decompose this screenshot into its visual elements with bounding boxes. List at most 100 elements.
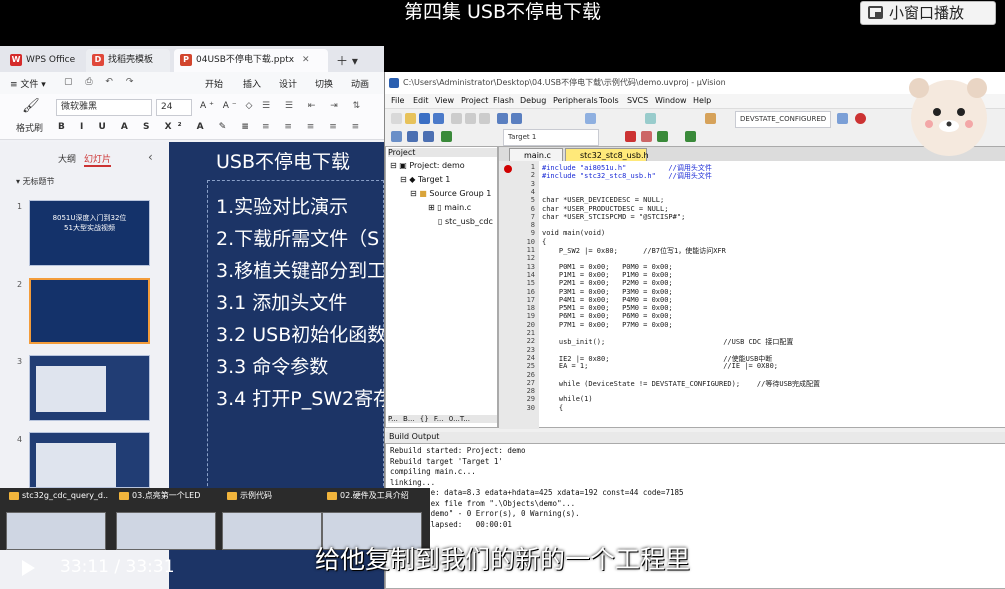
taskbar-item[interactable]: 03.点亮第一个LED: [114, 488, 218, 504]
close-tab-icon[interactable]: ✕: [302, 49, 310, 71]
code-line[interactable]: char *USER_PRODUCTDESC = NULL;: [542, 205, 668, 213]
code-line[interactable]: char *USER_DEVICEDESC = NULL;: [542, 196, 664, 204]
build-icon[interactable]: [407, 131, 418, 142]
slide-thumb-4[interactable]: [29, 432, 150, 488]
menu-project[interactable]: Project: [461, 96, 488, 105]
tree-target[interactable]: ⊟ ◆ Target 1: [400, 175, 450, 184]
find-icon[interactable]: [705, 113, 716, 124]
redo-icon[interactable]: [511, 113, 522, 124]
font-size-select[interactable]: 24: [156, 99, 192, 116]
code-editor[interactable]: main.c stc32_stc8_usb.h 1 2 3 4 5 6 7 8 9 10 11 12 1…: [498, 146, 1005, 429]
code-line[interactable]: P5M1 = 0x00; P5M0 = 0x00;: [542, 304, 673, 312]
menu-tools[interactable]: Tools: [599, 96, 619, 105]
download-icon[interactable]: [441, 131, 452, 142]
text-style-buttons[interactable]: B I U A S X² A ✎ ≡: [58, 122, 255, 132]
bookmark-icon[interactable]: [585, 113, 596, 124]
menu-window[interactable]: Window: [655, 96, 687, 105]
menu-file[interactable]: ≡ 文件 ▾: [10, 77, 46, 90]
code-line[interactable]: char *USER_STCISPCMD = "@STCISP#";: [542, 213, 685, 221]
slide-thumb-2[interactable]: [29, 278, 150, 344]
more-icon[interactable]: · · ·: [966, 555, 972, 582]
menu-help[interactable]: Help: [693, 96, 711, 105]
new-tab-icon[interactable]: ＋ ▾: [336, 52, 358, 69]
menu-transition[interactable]: 切换: [315, 77, 333, 90]
menu-design[interactable]: 设计: [279, 77, 297, 90]
fullscreen-icon[interactable]: [900, 560, 916, 576]
target-select[interactable]: Target 1: [503, 129, 599, 146]
indent-icon[interactable]: [645, 113, 656, 124]
code-line[interactable]: while(1): [542, 395, 593, 403]
slide-thumb-1[interactable]: 8051U深度入门到32位 51大型实战视频: [29, 200, 150, 266]
menu-view[interactable]: View: [435, 96, 454, 105]
new-file-icon[interactable]: [391, 113, 402, 124]
panel-tab[interactable]: B...: [403, 415, 414, 423]
pack-icon[interactable]: [657, 131, 668, 142]
cut-icon[interactable]: [451, 113, 462, 124]
menu-debug[interactable]: Debug: [520, 96, 546, 105]
undo-icon[interactable]: [497, 113, 508, 124]
copy-icon[interactable]: [465, 113, 476, 124]
menu-file[interactable]: File: [391, 96, 404, 105]
code-line[interactable]: {: [542, 238, 546, 246]
menu-svcs[interactable]: SVCS: [627, 96, 648, 105]
font-select[interactable]: 微软雅黑: [56, 99, 152, 116]
code-line[interactable]: P3M1 = 0x00; P3M0 = 0x00;: [542, 288, 673, 296]
menu-start[interactable]: 开始: [205, 77, 223, 90]
code-line[interactable]: {: [542, 404, 563, 412]
debug-start-icon[interactable]: [855, 113, 866, 124]
code-line[interactable]: EA = 1; //IE |= 0X80;: [542, 362, 778, 370]
save-icon[interactable]: [419, 113, 430, 124]
paste-icon[interactable]: [479, 113, 490, 124]
mini-window-button[interactable]: 小窗口播放: [860, 1, 996, 25]
font-grow-icons[interactable]: A⁺ A⁻ ◇: [200, 101, 255, 111]
rebuild-icon[interactable]: [423, 131, 434, 142]
collapse-icon[interactable]: ‹: [148, 150, 153, 164]
components-icon[interactable]: [685, 131, 696, 142]
panel-tabs[interactable]: P... B... {} F... 0...T...: [388, 415, 497, 423]
panel-tab[interactable]: {} F...: [420, 415, 444, 423]
search-icon[interactable]: [837, 113, 848, 124]
manage-icon[interactable]: [641, 131, 652, 142]
tree-project[interactable]: ⊟ ▣ Project: demo: [390, 161, 465, 170]
tab-slides[interactable]: 幻灯片: [84, 152, 112, 167]
quick-tools[interactable]: ▢ ⎙ ↶ ↷: [64, 77, 138, 87]
panel-tab[interactable]: P...: [388, 415, 398, 423]
taskbar-item[interactable]: 示例代码: [222, 488, 326, 504]
menu-animation[interactable]: 动画: [351, 77, 369, 90]
code-line[interactable]: P_SW2 |= 0x80; //B7位写1，使能访问XFR: [542, 246, 726, 256]
code-area[interactable]: #include "ai8051u.h" //调用头文件 #include "st…: [499, 161, 1005, 429]
code-line[interactable]: while (DeviceState != DEVSTATE_CONFIGURE…: [542, 379, 820, 389]
format-painter-icon[interactable]: 🖌: [22, 98, 40, 114]
save-all-icon[interactable]: [433, 113, 444, 124]
section-header[interactable]: ▾ 无标题节: [16, 176, 55, 187]
play-icon[interactable]: [22, 560, 35, 576]
code-line[interactable]: usb_init(); //USB CDC 接口配置: [542, 337, 794, 347]
translate-icon[interactable]: [391, 131, 402, 142]
tree-group[interactable]: ⊟ ■ Source Group 1: [410, 189, 491, 198]
code-line[interactable]: #include "stc32_stc8_usb.h" //调用头文件: [542, 171, 712, 181]
slide-thumb-3[interactable]: [29, 355, 150, 421]
menu-flash[interactable]: Flash: [493, 96, 514, 105]
find-combo[interactable]: DEVSTATE_CONFIGURED: [735, 111, 831, 128]
code-line[interactable]: P0M1 = 0x00; P0M0 = 0x00;: [542, 263, 673, 271]
code-line[interactable]: P1M1 = 0x00; P1M0 = 0x00;: [542, 271, 673, 279]
tree-main-c[interactable]: ⊞ ▯ main.c: [428, 203, 471, 212]
menu-insert[interactable]: 插入: [243, 77, 261, 90]
code-line[interactable]: P2M1 = 0x00; P2M0 = 0x00;: [542, 279, 673, 287]
code-line[interactable]: void main(void): [542, 229, 605, 237]
code-line[interactable]: P7M1 = 0x00; P7M0 = 0x00;: [542, 321, 673, 329]
taskbar-item[interactable]: stc32g_cdc_query_d...: [4, 488, 108, 504]
panel-tab[interactable]: 0...T...: [449, 415, 470, 423]
tab-outline[interactable]: 大纲: [58, 152, 76, 165]
align-buttons[interactable]: ≡ ≡ ≡ ≡ ≡: [262, 122, 365, 132]
code-line[interactable]: P4M1 = 0x00; P4M0 = 0x00;: [542, 296, 673, 304]
code-line[interactable]: P6M1 = 0x00; P6M0 = 0x00;: [542, 312, 673, 320]
tree-stc-usb[interactable]: ▯ stc_usb_cdc: [438, 217, 493, 226]
tab-wps-office[interactable]: W WPS Office: [4, 49, 82, 72]
open-icon[interactable]: [405, 113, 416, 124]
volume-icon[interactable]: [840, 560, 860, 578]
list-buttons[interactable]: ☰ ☰ ⇤ ⇥ ⇅: [262, 101, 366, 111]
taskbar-item[interactable]: 02.硬件及工具介绍: [322, 488, 426, 504]
tab-template[interactable]: D 找稻壳模板: [86, 49, 170, 72]
editor-tab-usb-h[interactable]: stc32_stc8_usb.h: [565, 148, 649, 161]
